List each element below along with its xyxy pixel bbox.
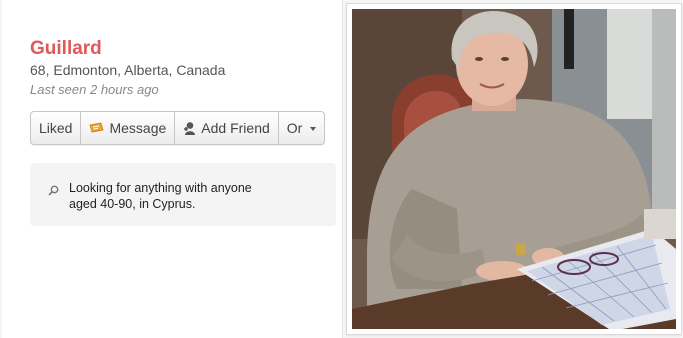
looking-for-text: Looking for anything with anyone aged 40… [69,180,289,212]
message-label: Message [109,120,167,136]
message-button[interactable]: Message [81,112,176,144]
profile-card: Guillard 68, Edmonton, Alberta, Canada L… [2,0,343,338]
profile-name[interactable]: Guillard [30,38,102,60]
liked-button[interactable]: Liked [31,112,82,144]
liked-label: Liked [39,120,73,136]
profile-actions: Liked Message Add Friend Or [30,111,326,145]
add-friend-label: Add Friend [201,120,270,136]
or-dropdown-button[interactable]: Or [279,112,325,144]
profile-photo[interactable] [346,3,682,335]
search-icon [48,183,59,201]
caret-down-icon [310,126,317,131]
profile-details: 68, Edmonton, Alberta, Canada [30,62,226,78]
last-seen: Last seen 2 hours ago [30,82,159,97]
add-friend-icon [183,121,196,136]
or-label: Or [286,120,303,136]
profile-photo-image [352,9,676,329]
message-icon [89,122,104,134]
looking-for-box: Looking for anything with anyone aged 40… [30,163,336,226]
looking-for-line2: aged 40-90, in Cyprus. [69,197,196,211]
add-friend-button[interactable]: Add Friend [175,112,279,144]
looking-for-line1: Looking for anything with anyone [69,181,252,195]
